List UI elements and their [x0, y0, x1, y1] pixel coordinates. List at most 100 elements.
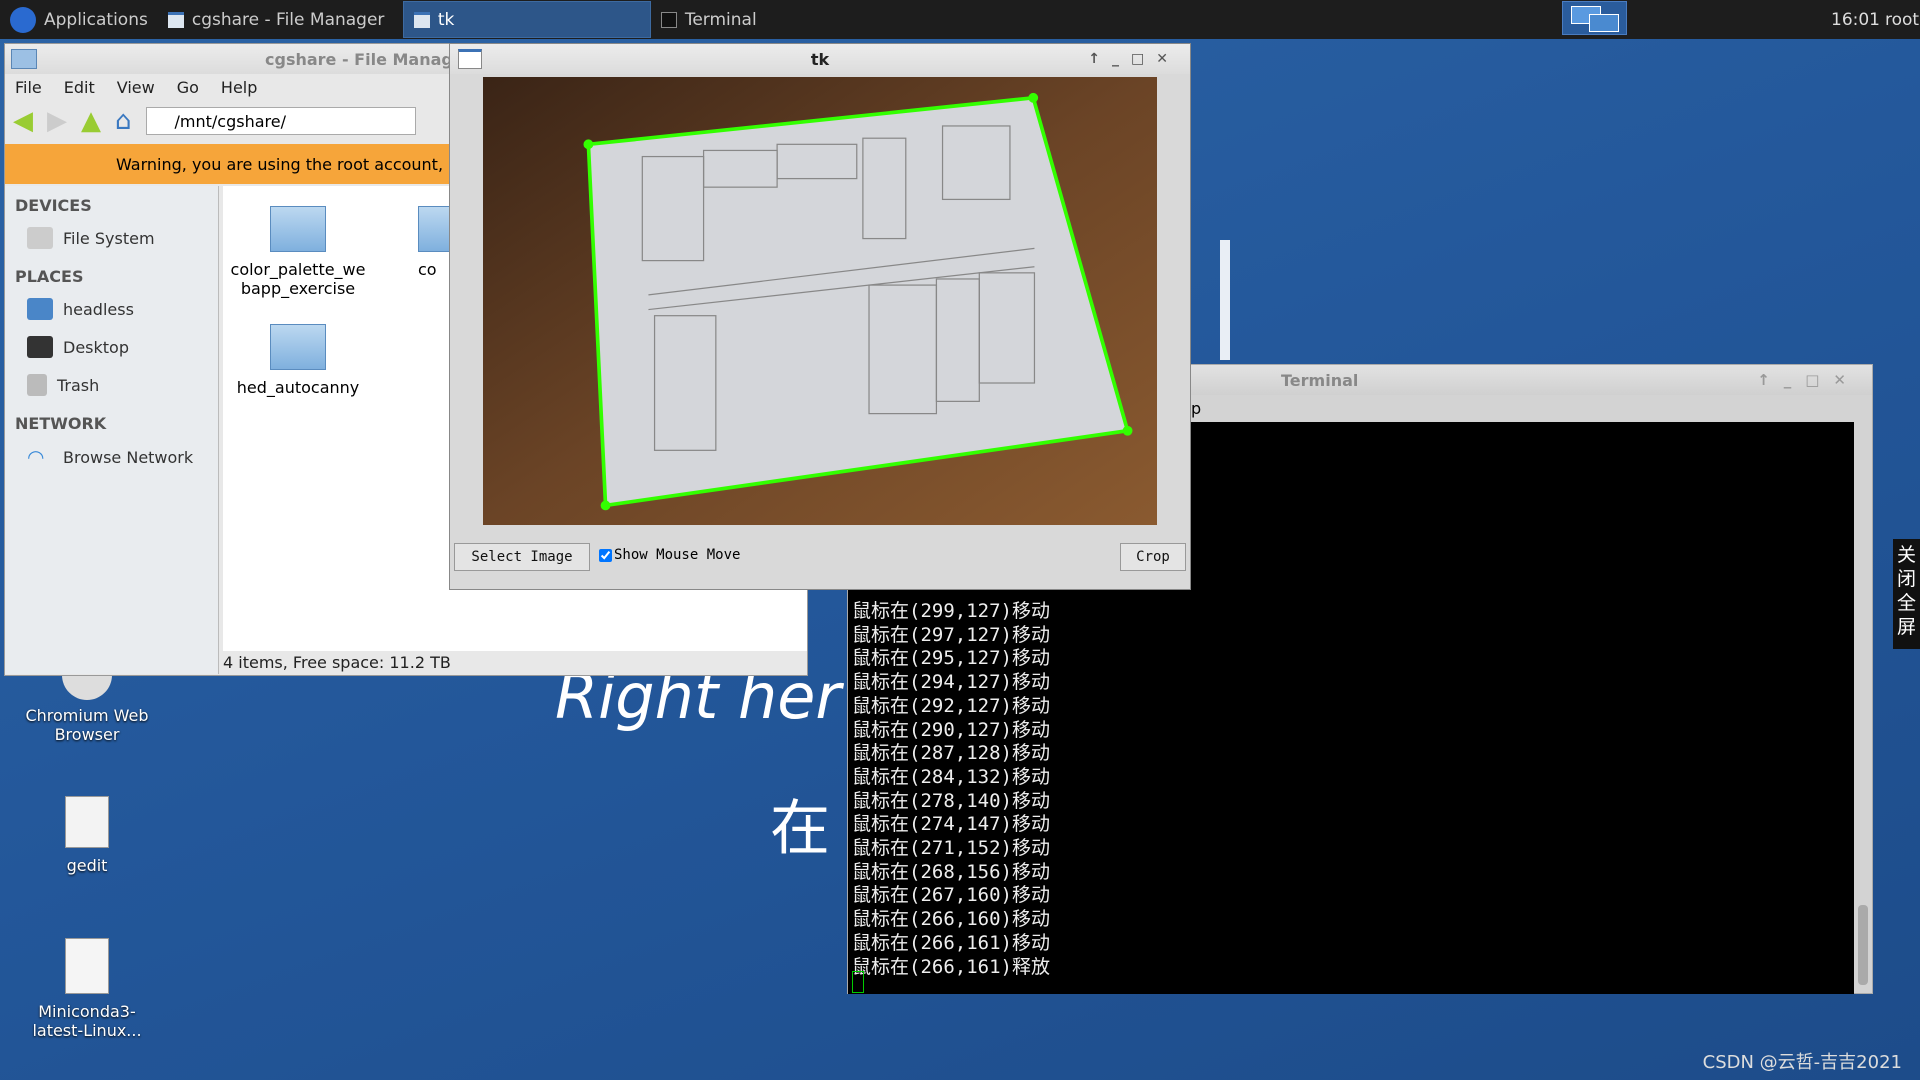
window-icon	[458, 49, 482, 69]
terminal-line: 鼠标在(274,147)移动	[852, 813, 1050, 836]
sidebar-item-headless[interactable]: headless	[5, 290, 218, 328]
sidebar-label: Desktop	[63, 337, 129, 357]
workspace-switcher[interactable]	[1562, 1, 1627, 35]
sidebar-label: Browse Network	[63, 447, 194, 467]
window-title: cgshare - File Manager	[265, 49, 472, 69]
terminal-line: 鼠标在(268,156)移动	[852, 860, 1050, 883]
folder-icon	[167, 11, 184, 28]
window-title: Terminal	[1281, 370, 1359, 390]
select-image-button[interactable]: Select Image	[454, 543, 590, 571]
terminal-line: 鼠标在(266,161)移动	[852, 931, 1050, 954]
file-name: hed_autocanny	[236, 378, 360, 397]
folder-icon	[270, 324, 326, 370]
up-icon[interactable]: ▲	[81, 106, 101, 136]
sidebar-label: Trash	[57, 375, 100, 395]
menu-item[interactable]: p	[1191, 399, 1201, 418]
forward-icon[interactable]: ▶	[47, 106, 67, 136]
script-file-icon	[65, 938, 109, 994]
taskbar: Applications cgshare - File Manager tk T…	[0, 0, 1920, 39]
status-bar: 4 items, Free space: 11.2 TB	[223, 653, 451, 672]
scrollbar[interactable]	[1858, 905, 1868, 985]
desktop-icon-miniconda[interactable]: Miniconda3-latest-Linux...	[22, 938, 152, 1040]
task-terminal[interactable]: Terminal	[651, 1, 767, 38]
home-icon	[27, 298, 53, 320]
section-places: PLACES	[15, 267, 84, 286]
section-devices: DEVICES	[15, 196, 92, 215]
crop-handle	[600, 500, 611, 511]
task-file-manager[interactable]: cgshare - File Manager	[158, 1, 403, 38]
window-controls[interactable]: ↑_□✕	[1088, 51, 1180, 67]
image-canvas[interactable]	[483, 77, 1157, 525]
sidebar-item-trash[interactable]: Trash	[5, 366, 218, 404]
terminal-line: 鼠标在(271,152)移动	[852, 837, 1050, 859]
window-title: tk	[810, 49, 830, 69]
sidebar: DEVICES File System PLACES headless Desk…	[5, 186, 219, 674]
watermark: CSDN @云哲-吉吉2021	[1702, 1052, 1902, 1073]
sidebar-item-file-system[interactable]: File System	[5, 219, 218, 257]
terminal-icon	[660, 11, 677, 28]
sidebar-label: headless	[63, 299, 134, 319]
clock[interactable]: 16:01	[1831, 10, 1880, 30]
warning-text: Warning, you are using the root account,	[116, 154, 444, 174]
window-icon	[413, 11, 430, 28]
menu-view[interactable]: View	[117, 78, 155, 97]
location-bar[interactable]: /mnt/cgshare/	[145, 107, 416, 135]
file-name: color_palette_webapp_exercise	[230, 260, 366, 298]
gedit-icon	[65, 796, 109, 848]
file-name: co	[418, 260, 437, 279]
sidebar-item-desktop[interactable]: Desktop	[5, 328, 218, 366]
xfce-logo-icon	[10, 6, 36, 33]
terminal-line: 鼠标在(290,127)移动	[852, 718, 1050, 741]
menu-edit[interactable]: Edit	[64, 78, 95, 97]
terminal-line: 鼠标在(295,127)移动	[852, 647, 1050, 670]
home-icon[interactable]: ⌂	[115, 106, 132, 136]
icon-label: gedit	[66, 856, 108, 875]
tk-window: tk ↑_□✕ Select Image Show Mouse Move Cro…	[449, 43, 1191, 590]
icon-label: Chromium Web Browser	[25, 706, 149, 744]
terminal-line: 鼠标在(278,140)移动	[852, 789, 1050, 812]
terminal-line: 鼠标在(267,160)移动	[852, 884, 1050, 907]
task-label: Terminal	[684, 9, 757, 30]
terminal-line: 鼠标在(287,128)移动	[852, 742, 1050, 765]
checkbox-label: Show Mouse Move	[614, 547, 741, 563]
terminal-line: 鼠标在(299,127)移动	[852, 600, 1050, 622]
desktop-icon-gedit[interactable]: gedit	[22, 796, 152, 875]
crop-button[interactable]: Crop	[1120, 543, 1186, 571]
task-label: tk	[437, 9, 455, 30]
applications-menu[interactable]: Applications	[0, 1, 158, 38]
toolbar: ◀ ▶ ▲ ⌂ /mnt/cgshare/	[13, 106, 416, 136]
terminal-line: 鼠标在(292,127)移动	[852, 694, 1050, 717]
window-controls: ↑_□✕	[1757, 371, 1860, 389]
file-item[interactable]: color_palette_webapp_exercise	[228, 206, 368, 298]
menu-file[interactable]: File	[15, 78, 42, 97]
section-network: NETWORK	[15, 414, 107, 433]
file-item[interactable]: hed_autocanny	[228, 324, 368, 397]
user-label[interactable]: root	[1885, 10, 1919, 30]
desktop-icon-chromium[interactable]: Chromium Web Browser	[22, 670, 152, 744]
crop-handle	[583, 139, 594, 150]
back-icon[interactable]: ◀	[13, 106, 33, 136]
show-mouse-move-checkbox[interactable]: Show Mouse Move	[599, 547, 740, 563]
crop-handle	[1122, 425, 1133, 436]
crop-handle	[1028, 92, 1039, 103]
exit-fullscreen-button[interactable]: 关闭全屏	[1893, 539, 1920, 649]
task-tk[interactable]: tk	[402, 1, 651, 38]
menu-go[interactable]: Go	[177, 78, 199, 97]
terminal-line: 鼠标在(294,127)移动	[852, 671, 1050, 694]
wallpaper-text: 在	[770, 794, 830, 864]
terminal-line: 鼠标在(266,160)移动	[852, 908, 1050, 931]
drive-icon	[27, 227, 53, 249]
cursor	[852, 971, 864, 993]
terminal-line: 鼠标在(284,132)移动	[852, 765, 1050, 788]
menu-help[interactable]: Help	[221, 78, 257, 97]
checkbox[interactable]	[599, 548, 612, 562]
sidebar-label: File System	[63, 228, 155, 248]
task-label: cgshare - File Manager	[191, 9, 385, 30]
path-text: /mnt/cgshare/	[174, 111, 286, 131]
sidebar-item-browse-network[interactable]: ◠ Browse Network	[5, 437, 218, 477]
terminal-line: 鼠标在(297,127)移动	[852, 623, 1050, 646]
applications-label: Applications	[44, 9, 148, 30]
trash-icon	[27, 374, 47, 396]
icon-label: Miniconda3-latest-Linux...	[32, 1002, 142, 1040]
folder-icon	[270, 206, 326, 252]
